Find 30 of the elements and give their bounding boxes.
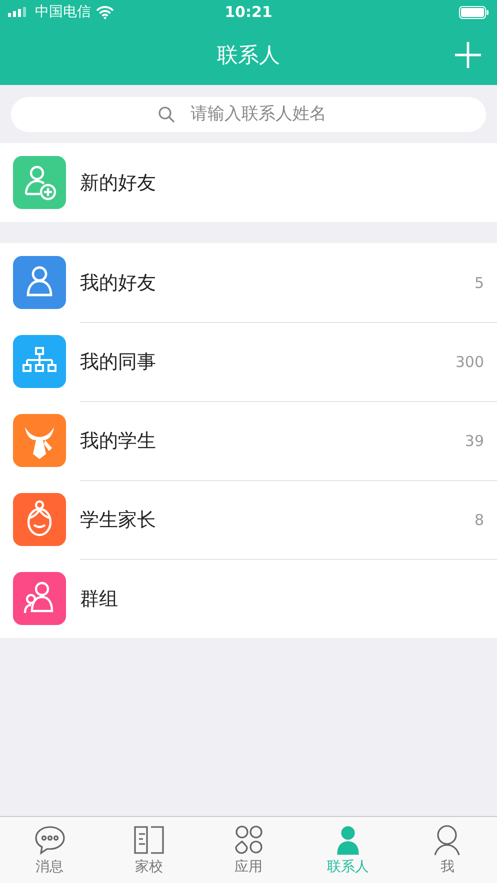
category-label: 学生家长 bbox=[80, 508, 156, 533]
contact-count: 8 bbox=[474, 511, 484, 529]
page-title: 联系人 bbox=[217, 42, 280, 68]
chat-tab[interactable]: 消息 bbox=[0, 817, 100, 883]
search-icon bbox=[158, 106, 175, 122]
category-label: 新的好友 bbox=[80, 170, 156, 196]
me-tab[interactable]: 我 bbox=[398, 817, 497, 883]
chat-bubble-icon bbox=[32, 824, 67, 856]
contact-category-row[interactable]: 我的学生 39 bbox=[0, 401, 497, 480]
category-label: 我的好友 bbox=[80, 270, 156, 296]
book-tab[interactable]: 家校 bbox=[99, 817, 199, 883]
apps-tab[interactable]: 应用 bbox=[198, 817, 298, 883]
contact-category-row[interactable]: 我的同事 300 bbox=[0, 322, 497, 401]
contact-category-row[interactable]: 学生家长 8 bbox=[0, 480, 497, 559]
search-field[interactable]: 请输入联系人姓名 bbox=[11, 96, 486, 132]
contact-count: 39 bbox=[464, 432, 484, 450]
wifi-icon bbox=[96, 6, 114, 18]
carrier-name: 中国电信 bbox=[35, 3, 91, 21]
category-label: 我的学生 bbox=[80, 429, 156, 454]
book-icon bbox=[132, 824, 166, 856]
contact-count: 300 bbox=[455, 353, 484, 371]
contact-count: 5 bbox=[474, 274, 484, 292]
contact-category-row[interactable]: 新的好友 bbox=[0, 143, 497, 222]
add-icon[interactable] bbox=[455, 42, 481, 68]
contact-category-row[interactable]: 我的好友 5 bbox=[0, 243, 497, 322]
contact-category-row[interactable]: 群组 bbox=[0, 559, 497, 638]
battery-icon bbox=[459, 6, 489, 18]
category-label: 我的同事 bbox=[80, 350, 156, 375]
status-time: 10:21 bbox=[224, 3, 272, 21]
category-label: 群组 bbox=[80, 587, 118, 612]
